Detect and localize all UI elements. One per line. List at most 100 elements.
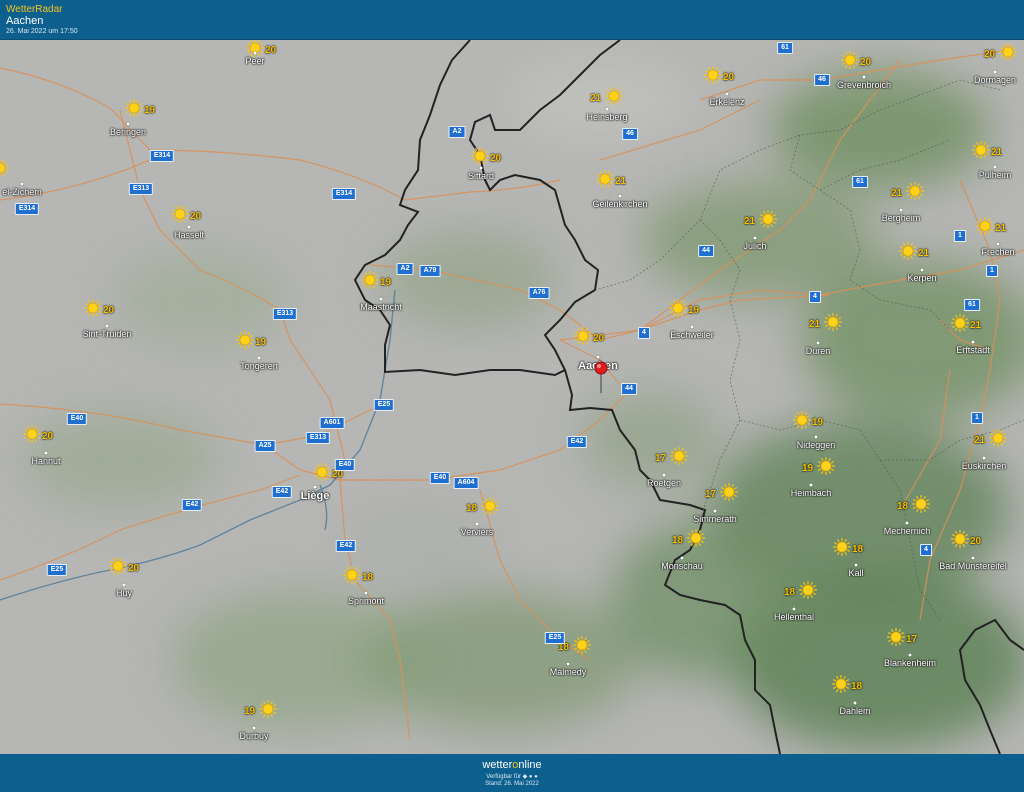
city-label-malmedy[interactable]: Malmedy — [550, 667, 587, 677]
city-label-heimbach[interactable]: Heimbach — [791, 488, 832, 498]
sun-icon — [108, 556, 128, 576]
road-badge: E314 — [331, 188, 357, 200]
sun-icon — [312, 462, 332, 482]
city-label-kerpen[interactable]: Kerpen — [907, 273, 936, 283]
city-dot — [105, 324, 109, 328]
city-label-blankenheim[interactable]: Blankenheim — [884, 658, 936, 668]
temperature-pulheim: 21 — [991, 147, 1003, 158]
city-dot — [905, 521, 909, 525]
road-badge: E42 — [566, 436, 588, 448]
sun-icon — [898, 241, 918, 261]
weather-map[interactable]: 20 Peer 19 Beringen el-Zichem 20 Hasselt 20 Sint… — [0, 40, 1024, 754]
city-label-el-zichem[interactable]: el-Zichem — [2, 187, 42, 197]
temperature-hellenthal: 18 — [784, 587, 796, 598]
city-label-frechen[interactable]: Frechen — [981, 247, 1014, 257]
temperature-erftstadt: 21 — [970, 320, 982, 331]
city-label-peer[interactable]: Peer — [245, 56, 264, 66]
city-label-sprimont[interactable]: Sprimont — [348, 596, 384, 606]
city-label-pulheim[interactable]: Pulheim — [979, 170, 1012, 180]
temperature-erkelenz: 20 — [723, 72, 735, 83]
sun-icon — [971, 140, 991, 160]
city-label-julich[interactable]: Julich — [743, 241, 766, 251]
temperature-maastricht: 19 — [380, 277, 392, 288]
temperature-tongeren: 19 — [255, 337, 267, 348]
city-label-hannut[interactable]: Hannut — [31, 456, 60, 466]
city-label-bad-munstereifel[interactable]: Bad Munstereifel — [939, 561, 1007, 571]
city-dot — [853, 701, 857, 705]
city-label-sint-truiden[interactable]: Sint-Truiden — [83, 329, 132, 339]
road-badge: E40 — [429, 472, 451, 484]
road-badge: 1 — [954, 230, 966, 242]
sun-icon — [950, 313, 970, 333]
location-pin[interactable] — [594, 361, 608, 393]
city-dot — [126, 122, 130, 126]
city-label-simmerath[interactable]: Simmerath — [693, 514, 737, 524]
road-badge: A604 — [453, 477, 479, 489]
city-dot — [364, 591, 368, 595]
temperature-duren: 21 — [809, 319, 821, 330]
temperature-dahlem: 18 — [851, 681, 863, 692]
app-title: WetterRadar — [6, 4, 63, 15]
road-badge: 4 — [638, 327, 650, 339]
city-label-durbuy[interactable]: Durbuy — [239, 731, 268, 741]
city-label-geilenkirchen[interactable]: Geilenkirchen — [592, 199, 647, 209]
brand-logo[interactable]: wetteronline — [0, 759, 1024, 771]
city-label-erkelenz[interactable]: Erkelenz — [709, 97, 744, 107]
city-label-sittard[interactable]: Sittard — [468, 171, 494, 181]
city-dot — [996, 242, 1000, 246]
city-label-duren[interactable]: Duren — [806, 346, 831, 356]
temperature-bergheim: 21 — [891, 188, 903, 199]
available-text: Verfügbar für ◆ ● ● — [486, 774, 538, 780]
temperature-heimbach: 19 — [802, 463, 814, 474]
city-label-bergheim[interactable]: Bergheim — [882, 213, 921, 223]
temperature-beringen: 19 — [144, 105, 156, 116]
city-label-monschau[interactable]: Monschau — [661, 561, 703, 571]
city-label-erftstadt[interactable]: Erftstadt — [956, 345, 990, 355]
road-badge: 61 — [852, 176, 868, 188]
city-dot — [993, 70, 997, 74]
road-badge: E40 — [66, 413, 88, 425]
map-base — [0, 40, 1024, 754]
sun-icon — [669, 446, 689, 466]
brand-left: wetter — [482, 759, 513, 771]
brand-right: nline — [518, 759, 542, 771]
city-label-huy[interactable]: Huy — [116, 588, 132, 598]
city-label-maastricht[interactable]: Maastricht — [360, 302, 402, 312]
city-label-beringen[interactable]: Beringen — [110, 127, 146, 137]
city-label-kall[interactable]: Kall — [848, 568, 863, 578]
city-label-roetgen[interactable]: Roetgen — [647, 478, 681, 488]
city-dot — [753, 236, 757, 240]
road-badge: 46 — [814, 74, 830, 86]
sun-icon — [668, 298, 688, 318]
city-dot — [20, 182, 24, 186]
city-label-tongeren[interactable]: Tongeren — [240, 361, 278, 371]
sun-icon — [235, 330, 255, 350]
city-dot — [792, 607, 796, 611]
temperature-monschau: 18 — [672, 535, 684, 546]
sun-icon — [572, 635, 592, 655]
city-dot — [899, 208, 903, 212]
road-badge: E25 — [46, 564, 68, 576]
city-label-hellenthal[interactable]: Hellenthal — [774, 612, 814, 622]
app-footer: wetteronline Verfügbar für ◆ ● ● Stand: … — [0, 754, 1024, 792]
status-text: Stand: 26. Mai 2022 — [485, 781, 539, 787]
road-badge: E40 — [334, 459, 356, 471]
city-label-dormagen[interactable]: Dormagen — [974, 75, 1016, 85]
city-label-nideggen[interactable]: Nideggen — [797, 440, 836, 450]
road-badge: E313 — [305, 432, 331, 444]
app-header: WetterRadar Aachen 26. Mai 2022 um 17:50 — [0, 0, 1024, 40]
city-label-li-ge[interactable]: Liège — [301, 490, 330, 502]
city-label-hasselt[interactable]: Hasselt — [174, 230, 204, 240]
temperature-sittard: 20 — [490, 153, 502, 164]
sun-icon — [170, 204, 190, 224]
sun-icon — [22, 424, 42, 444]
city-label-mechernich[interactable]: Mechernich — [884, 526, 931, 536]
sun-icon — [792, 410, 812, 430]
temperature-nideggen: 19 — [812, 417, 824, 428]
city-label-verviers[interactable]: Verviers — [461, 527, 494, 537]
city-label-grevenbroich[interactable]: Grevenbroich — [837, 80, 891, 90]
city-label-heinsberg[interactable]: Heinsberg — [586, 112, 627, 122]
city-label-dahlem[interactable]: Dahlem — [839, 706, 870, 716]
city-label-euskirchen[interactable]: Euskirchen — [962, 461, 1007, 471]
city-label-eschweiler[interactable]: Eschweiler — [670, 330, 714, 340]
